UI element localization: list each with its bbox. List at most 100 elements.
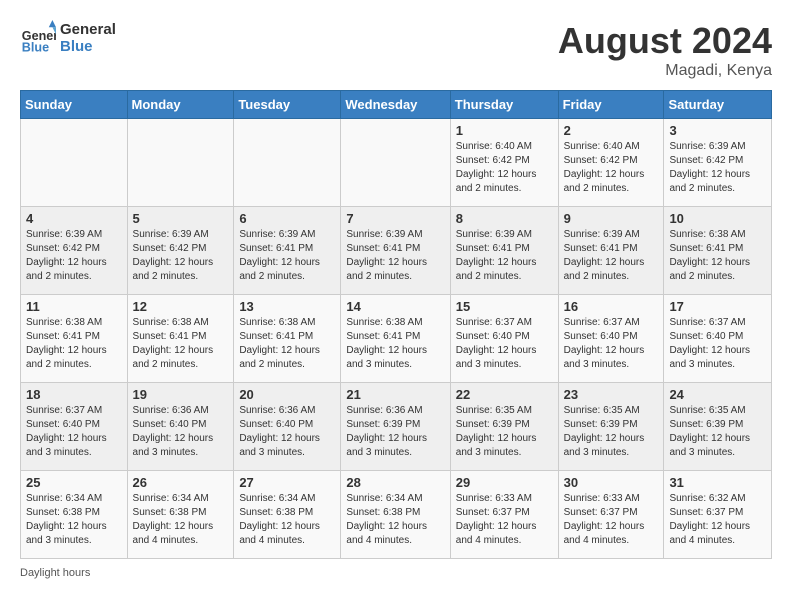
day-of-week-header: Saturday bbox=[664, 91, 772, 119]
day-number: 18 bbox=[26, 387, 122, 402]
day-number: 9 bbox=[564, 211, 659, 226]
calendar-cell: 10 Sunrise: 6:38 AM Sunset: 6:41 PM Dayli… bbox=[664, 207, 772, 295]
day-number: 29 bbox=[456, 475, 553, 490]
calendar-cell bbox=[127, 119, 234, 207]
day-info: Sunrise: 6:36 AM Sunset: 6:40 PM Dayligh… bbox=[133, 404, 229, 460]
day-number: 16 bbox=[564, 299, 659, 314]
calendar-cell: 18Sunrise: 6:37 AM Sunset: 6:40 PM Dayli… bbox=[21, 383, 128, 471]
calendar-cell: 20 Sunrise: 6:36 AM Sunset: 6:40 PM Dayli… bbox=[234, 383, 341, 471]
day-info: Sunrise: 6:37 AM Sunset: 6:40 PM Dayligh… bbox=[564, 316, 659, 372]
calendar-cell: 3 Sunrise: 6:39 AM Sunset: 6:42 PM Daylig… bbox=[664, 119, 772, 207]
day-number: 20 bbox=[239, 387, 335, 402]
calendar-week-row: 18Sunrise: 6:37 AM Sunset: 6:40 PM Dayli… bbox=[21, 383, 772, 471]
location: Magadi, Kenya bbox=[558, 62, 772, 80]
calendar-cell bbox=[21, 119, 128, 207]
day-info: Sunrise: 6:38 AM Sunset: 6:41 PM Dayligh… bbox=[26, 316, 122, 372]
logo-general: General bbox=[60, 21, 116, 38]
day-number: 30 bbox=[564, 475, 659, 490]
calendar-cell: 2 Sunrise: 6:40 AM Sunset: 6:42 PM Daylig… bbox=[558, 119, 664, 207]
day-info: Sunrise: 6:34 AM Sunset: 6:38 PM Dayligh… bbox=[239, 492, 335, 548]
day-number: 1 bbox=[456, 123, 553, 138]
calendar-cell: 9 Sunrise: 6:39 AM Sunset: 6:41 PM Daylig… bbox=[558, 207, 664, 295]
day-number: 11 bbox=[26, 299, 122, 314]
day-info: Sunrise: 6:39 AM Sunset: 6:41 PM Dayligh… bbox=[456, 228, 553, 284]
day-number: 24 bbox=[669, 387, 766, 402]
day-info: Sunrise: 6:38 AM Sunset: 6:41 PM Dayligh… bbox=[669, 228, 766, 284]
calendar-cell: 26Sunrise: 6:34 AM Sunset: 6:38 PM Dayli… bbox=[127, 471, 234, 559]
calendar-cell: 21 Sunrise: 6:36 AM Sunset: 6:39 PM Dayli… bbox=[341, 383, 450, 471]
day-number: 21 bbox=[346, 387, 444, 402]
day-info: Sunrise: 6:39 AM Sunset: 6:41 PM Dayligh… bbox=[346, 228, 444, 284]
day-number: 14 bbox=[346, 299, 444, 314]
day-info: Sunrise: 6:37 AM Sunset: 6:40 PM Dayligh… bbox=[669, 316, 766, 372]
day-info: Sunrise: 6:39 AM Sunset: 6:42 PM Dayligh… bbox=[669, 140, 766, 196]
day-info: Sunrise: 6:39 AM Sunset: 6:42 PM Dayligh… bbox=[26, 228, 122, 284]
calendar-cell: 30 Sunrise: 6:33 AM Sunset: 6:37 PM Dayli… bbox=[558, 471, 664, 559]
calendar-week-row: 4 Sunrise: 6:39 AM Sunset: 6:42 PM Daylig… bbox=[21, 207, 772, 295]
day-number: 8 bbox=[456, 211, 553, 226]
day-of-week-header: Tuesday bbox=[234, 91, 341, 119]
calendar-cell: 6Sunrise: 6:39 AM Sunset: 6:41 PM Daylig… bbox=[234, 207, 341, 295]
day-info: Sunrise: 6:34 AM Sunset: 6:38 PM Dayligh… bbox=[26, 492, 122, 548]
calendar-cell: 1 Sunrise: 6:40 AM Sunset: 6:42 PM Daylig… bbox=[450, 119, 558, 207]
calendar-cell: 11 Sunrise: 6:38 AM Sunset: 6:41 PM Dayli… bbox=[21, 295, 128, 383]
calendar-cell: 5Sunrise: 6:39 AM Sunset: 6:42 PM Daylig… bbox=[127, 207, 234, 295]
title-area: August 2024 Magadi, Kenya bbox=[558, 20, 772, 80]
day-info: Sunrise: 6:38 AM Sunset: 6:41 PM Dayligh… bbox=[239, 316, 335, 372]
day-of-week-header: Sunday bbox=[21, 91, 128, 119]
calendar-cell: 28Sunrise: 6:34 AM Sunset: 6:38 PM Dayli… bbox=[341, 471, 450, 559]
day-info: Sunrise: 6:37 AM Sunset: 6:40 PM Dayligh… bbox=[456, 316, 553, 372]
calendar-week-row: 11 Sunrise: 6:38 AM Sunset: 6:41 PM Dayli… bbox=[21, 295, 772, 383]
day-info: Sunrise: 6:35 AM Sunset: 6:39 PM Dayligh… bbox=[564, 404, 659, 460]
calendar-cell: 25Sunrise: 6:34 AM Sunset: 6:38 PM Dayli… bbox=[21, 471, 128, 559]
svg-text:Blue: Blue bbox=[22, 41, 49, 55]
day-number: 31 bbox=[669, 475, 766, 490]
calendar-cell: 22 Sunrise: 6:35 AM Sunset: 6:39 PM Dayli… bbox=[450, 383, 558, 471]
calendar-cell: 19 Sunrise: 6:36 AM Sunset: 6:40 PM Dayli… bbox=[127, 383, 234, 471]
calendar-cell: 29 Sunrise: 6:33 AM Sunset: 6:37 PM Dayli… bbox=[450, 471, 558, 559]
calendar-cell: 16 Sunrise: 6:37 AM Sunset: 6:40 PM Dayli… bbox=[558, 295, 664, 383]
day-info: Sunrise: 6:36 AM Sunset: 6:40 PM Dayligh… bbox=[239, 404, 335, 460]
day-number: 4 bbox=[26, 211, 122, 226]
day-info: Sunrise: 6:33 AM Sunset: 6:37 PM Dayligh… bbox=[564, 492, 659, 548]
day-number: 27 bbox=[239, 475, 335, 490]
day-number: 7 bbox=[346, 211, 444, 226]
calendar-cell: 4 Sunrise: 6:39 AM Sunset: 6:42 PM Daylig… bbox=[21, 207, 128, 295]
calendar-header-row: SundayMondayTuesdayWednesdayThursdayFrid… bbox=[21, 91, 772, 119]
logo-icon: General Blue bbox=[20, 20, 56, 56]
day-number: 19 bbox=[133, 387, 229, 402]
logo-blue: Blue bbox=[60, 38, 116, 55]
month-title: August 2024 bbox=[558, 20, 772, 62]
day-info: Sunrise: 6:39 AM Sunset: 6:41 PM Dayligh… bbox=[564, 228, 659, 284]
footer: Daylight hours bbox=[20, 567, 772, 579]
day-number: 2 bbox=[564, 123, 659, 138]
day-number: 12 bbox=[133, 299, 229, 314]
calendar-cell: 14Sunrise: 6:38 AM Sunset: 6:41 PM Dayli… bbox=[341, 295, 450, 383]
calendar-cell: 24Sunrise: 6:35 AM Sunset: 6:39 PM Dayli… bbox=[664, 383, 772, 471]
day-info: Sunrise: 6:33 AM Sunset: 6:37 PM Dayligh… bbox=[456, 492, 553, 548]
day-number: 5 bbox=[133, 211, 229, 226]
calendar-cell: 27 Sunrise: 6:34 AM Sunset: 6:38 PM Dayli… bbox=[234, 471, 341, 559]
day-of-week-header: Wednesday bbox=[341, 91, 450, 119]
day-info: Sunrise: 6:40 AM Sunset: 6:42 PM Dayligh… bbox=[456, 140, 553, 196]
day-number: 10 bbox=[669, 211, 766, 226]
calendar-cell: 15 Sunrise: 6:37 AM Sunset: 6:40 PM Dayli… bbox=[450, 295, 558, 383]
page-header: General Blue General Blue August 2024 Ma… bbox=[20, 20, 772, 80]
day-of-week-header: Monday bbox=[127, 91, 234, 119]
day-number: 3 bbox=[669, 123, 766, 138]
day-info: Sunrise: 6:36 AM Sunset: 6:39 PM Dayligh… bbox=[346, 404, 444, 460]
day-number: 13 bbox=[239, 299, 335, 314]
calendar-cell: 17 Sunrise: 6:37 AM Sunset: 6:40 PM Dayli… bbox=[664, 295, 772, 383]
day-info: Sunrise: 6:34 AM Sunset: 6:38 PM Dayligh… bbox=[346, 492, 444, 548]
day-info: Sunrise: 6:40 AM Sunset: 6:42 PM Dayligh… bbox=[564, 140, 659, 196]
day-info: Sunrise: 6:32 AM Sunset: 6:37 PM Dayligh… bbox=[669, 492, 766, 548]
day-number: 17 bbox=[669, 299, 766, 314]
day-number: 6 bbox=[239, 211, 335, 226]
day-of-week-header: Thursday bbox=[450, 91, 558, 119]
calendar-cell: 8 Sunrise: 6:39 AM Sunset: 6:41 PM Daylig… bbox=[450, 207, 558, 295]
day-info: Sunrise: 6:35 AM Sunset: 6:39 PM Dayligh… bbox=[456, 404, 553, 460]
calendar-cell bbox=[341, 119, 450, 207]
day-number: 22 bbox=[456, 387, 553, 402]
calendar-week-row: 1 Sunrise: 6:40 AM Sunset: 6:42 PM Daylig… bbox=[21, 119, 772, 207]
day-number: 15 bbox=[456, 299, 553, 314]
